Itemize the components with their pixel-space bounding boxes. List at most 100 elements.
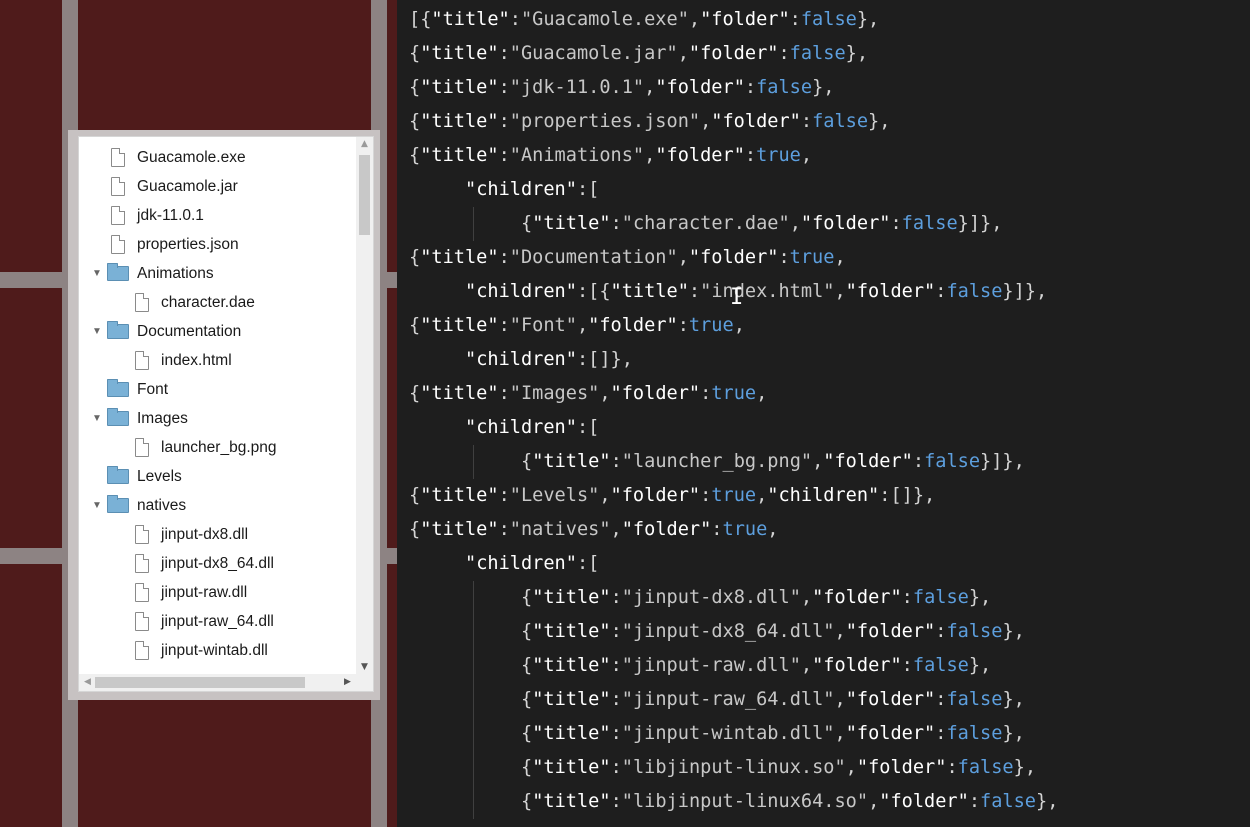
code-token: true (789, 247, 835, 268)
code-token: "title" (532, 689, 611, 710)
tree-file-item[interactable]: jdk-11.0.1 (91, 201, 204, 230)
code-line[interactable]: "children":[ (465, 411, 599, 445)
code-line[interactable]: "children":[{"title":"index.html","folde… (465, 275, 1047, 309)
code-line[interactable]: {"title":"Guacamole.jar","folder":false}… (409, 37, 868, 71)
code-line[interactable]: "children":[]}, (465, 343, 633, 377)
code-token: : (935, 723, 947, 744)
code-token: { (521, 723, 533, 744)
code-token: , (688, 9, 701, 30)
folder-icon (107, 379, 129, 397)
tree-folder-item[interactable]: ▼ Documentation (91, 317, 241, 346)
code-token: }, (1013, 757, 1037, 778)
code-token: , (834, 247, 846, 268)
code-token: "title" (532, 723, 611, 744)
code-line[interactable]: {"title":"launcher_bg.png","folder":fals… (521, 445, 1025, 479)
code-line[interactable]: {"title":"jinput-dx8_64.dll","folder":fa… (521, 615, 1025, 649)
tree-file-item[interactable]: jinput-dx8.dll (115, 520, 248, 549)
code-line[interactable]: {"title":"Images","folder":true, (409, 377, 767, 411)
code-line[interactable]: {"title":"jinput-dx8.dll","folder":false… (521, 581, 991, 615)
tree-file-item[interactable]: character.dae (115, 288, 255, 317)
code-line[interactable]: {"title":"libjinput-linux.so","folder":f… (521, 751, 1036, 785)
vertical-scroll-thumb[interactable] (359, 155, 370, 235)
code-line[interactable]: {"title":"Documentation","folder":true, (409, 241, 846, 275)
json-code-panel[interactable]: [{"title":"Guacamole.exe","folder":false… (397, 0, 1250, 827)
code-token: , (644, 77, 656, 98)
code-token: false (901, 213, 958, 234)
tree-file-item[interactable]: jinput-raw_64.dll (115, 607, 274, 636)
code-token: : (946, 757, 958, 778)
code-token: , (789, 213, 801, 234)
code-line[interactable]: {"title":"natives","folder":true, (409, 513, 778, 547)
tree-file-item[interactable]: jinput-wintab.dll (115, 636, 268, 665)
code-token: { (409, 111, 421, 132)
code-line[interactable]: {"title":"properties.json","folder":fals… (409, 105, 890, 139)
indent-guide (473, 581, 474, 615)
scroll-left-icon[interactable]: ◀ (79, 677, 96, 687)
triangle-down-icon[interactable]: ▼ (91, 268, 103, 279)
vertical-scrollbar[interactable]: ▲ ▼ (356, 137, 373, 674)
tree-folder-item[interactable]: ▼ Images (91, 404, 188, 433)
code-line[interactable]: {"title":"jdk-11.0.1","folder":false}, (409, 71, 834, 105)
code-line[interactable]: [{"title":"Guacamole.exe","folder":false… (409, 3, 879, 37)
indent-guide (473, 649, 474, 683)
code-token: : (778, 247, 790, 268)
tree-folder-item[interactable]: ▼ natives (91, 491, 186, 520)
horizontal-scroll-thumb[interactable] (95, 677, 305, 688)
code-token: false (812, 111, 869, 132)
tree-item-label: Guacamole.jar (137, 177, 238, 195)
code-line[interactable]: {"title":"jinput-wintab.dll","folder":fa… (521, 717, 1025, 751)
code-token: { (409, 247, 421, 268)
code-token: }, (1002, 723, 1025, 744)
code-line[interactable]: {"title":"character.dae","folder":false}… (521, 207, 1002, 241)
tree-file-item[interactable]: jinput-raw.dll (115, 578, 247, 607)
code-token: "title" (420, 383, 499, 404)
code-line[interactable]: {"title":"Levels","folder":true,"childre… (409, 479, 935, 513)
tree-folder-item[interactable]: Font (91, 375, 168, 404)
code-token: : (498, 247, 510, 268)
tree-file-item[interactable]: Guacamole.exe (91, 143, 246, 172)
code-line[interactable]: {"title":"jinput-raw.dll","folder":false… (521, 649, 991, 683)
scroll-up-icon[interactable]: ▲ (356, 139, 373, 149)
code-token: : (498, 315, 510, 336)
tree-item-label: jinput-wintab.dll (161, 641, 268, 659)
code-line[interactable]: {"title":"Animations","folder":true, (409, 139, 812, 173)
code-line[interactable]: "children":[ (465, 547, 599, 581)
code-token: { (521, 791, 533, 812)
code-token: : (912, 451, 925, 472)
triangle-down-icon[interactable]: ▼ (91, 326, 103, 337)
code-token: "title" (420, 43, 499, 64)
code-token: "jinput-raw_64.dll" (621, 689, 835, 710)
tree-file-item[interactable]: jinput-dx8_64.dll (115, 549, 274, 578)
code-line[interactable]: "children":[ (465, 173, 599, 207)
tree-file-item[interactable]: properties.json (91, 230, 239, 259)
tree-file-item[interactable]: index.html (115, 346, 232, 375)
file-icon (135, 612, 149, 631)
code-token: "title" (420, 145, 499, 166)
tree-list: Guacamole.exe Guacamole.jar jdk-11.0.1 prop… (79, 137, 356, 674)
code-token: }]}, (980, 451, 1025, 472)
horizontal-scrollbar[interactable]: ◀ ▶ (79, 674, 356, 691)
code-line[interactable]: {"title":"libjinput-linux64.so","folder"… (521, 785, 1058, 819)
tree-folder-item[interactable]: Levels (91, 462, 182, 491)
code-token: { (521, 587, 533, 608)
file-tree[interactable]: Guacamole.exe Guacamole.jar jdk-11.0.1 prop… (78, 136, 374, 692)
code-line[interactable]: {"title":"jinput-raw_64.dll","folder":fa… (521, 683, 1025, 717)
file-icon (135, 583, 149, 602)
triangle-down-icon[interactable]: ▼ (91, 413, 103, 424)
scroll-right-icon[interactable]: ▶ (339, 677, 356, 687)
triangle-down-icon[interactable]: ▼ (91, 500, 103, 511)
code-token: "title" (532, 587, 611, 608)
code-token: "folder" (588, 315, 678, 336)
code-token: , (834, 281, 846, 302)
code-line[interactable]: {"title":"Font","folder":true, (409, 309, 745, 343)
scroll-down-icon[interactable]: ▼ (356, 662, 373, 672)
tree-folder-item[interactable]: ▼ Animations (91, 259, 214, 288)
tree-file-item[interactable]: launcher_bg.png (115, 433, 277, 462)
code-token: }]}, (1002, 281, 1048, 302)
code-token: }, (812, 77, 835, 98)
code-token: { (409, 43, 421, 64)
tree-item-label: index.html (161, 351, 232, 369)
code-token: true (756, 145, 801, 166)
tree-file-item[interactable]: Guacamole.jar (91, 172, 238, 201)
code-token: : (610, 791, 622, 812)
